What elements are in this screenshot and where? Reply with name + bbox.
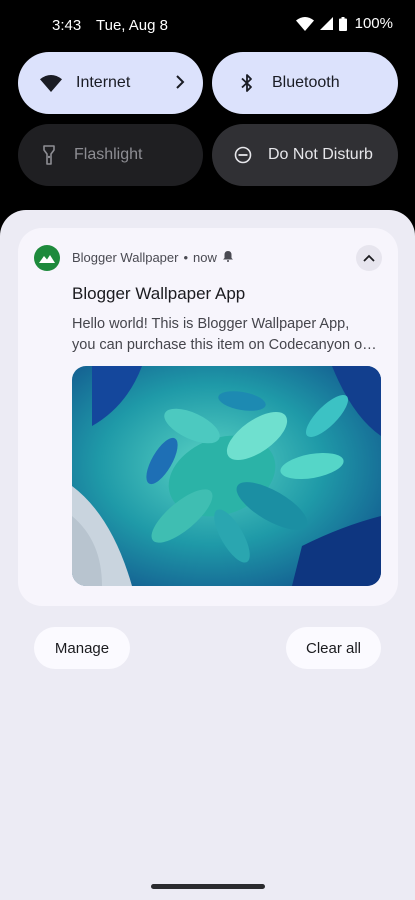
- tile-internet-label: Internet: [76, 74, 131, 91]
- notification-image[interactable]: [72, 366, 381, 586]
- bluetooth-icon: [236, 72, 258, 94]
- notification-header: Blogger Wallpaper • now: [72, 250, 234, 265]
- chevron-right-icon: [175, 74, 185, 95]
- cell-signal-icon: [319, 17, 333, 30]
- battery-icon: [338, 16, 347, 31]
- tile-bluetooth-label: Bluetooth: [272, 74, 340, 91]
- tile-bluetooth[interactable]: Bluetooth: [212, 52, 398, 114]
- tile-flashlight-label: Flashlight: [74, 146, 143, 163]
- bell-icon: [222, 250, 234, 265]
- chevron-up-icon: [363, 249, 375, 267]
- notification-body-line-1: Hello world! This is Blogger Wallpaper A…: [72, 316, 350, 332]
- wifi-icon: [295, 16, 314, 31]
- meta-separator: •: [183, 250, 189, 265]
- collapse-button[interactable]: [356, 245, 382, 271]
- gesture-handle[interactable]: [151, 884, 265, 889]
- do-not-disturb-icon: [232, 144, 254, 166]
- notification-time: now: [193, 250, 217, 265]
- status-date: Tue, Aug 8: [96, 17, 168, 34]
- notification-body: Hello world! This is Blogger Wallpaper A…: [72, 314, 384, 356]
- app-name: Blogger Wallpaper: [72, 250, 179, 265]
- status-icons: 100%: [295, 15, 393, 32]
- tile-internet[interactable]: Internet: [18, 52, 203, 114]
- notification-body-line-2: you can purchase this item on Codecanyon…: [72, 337, 377, 353]
- tile-flashlight[interactable]: Flashlight: [18, 124, 203, 186]
- mountain-icon: [34, 245, 60, 271]
- manage-button[interactable]: Manage: [34, 627, 130, 669]
- wifi-icon: [40, 72, 62, 94]
- clear-all-button[interactable]: Clear all: [286, 627, 381, 669]
- status-time: 3:43: [52, 17, 82, 34]
- flashlight-icon: [38, 144, 60, 166]
- battery-percent: 100%: [354, 15, 393, 32]
- notification-title: Blogger Wallpaper App: [72, 284, 246, 303]
- status-bar: 3:43 Tue, Aug 8 100%: [0, 0, 415, 52]
- tile-dnd-label: Do Not Disturb: [268, 146, 373, 163]
- tile-do-not-disturb[interactable]: Do Not Disturb: [212, 124, 398, 186]
